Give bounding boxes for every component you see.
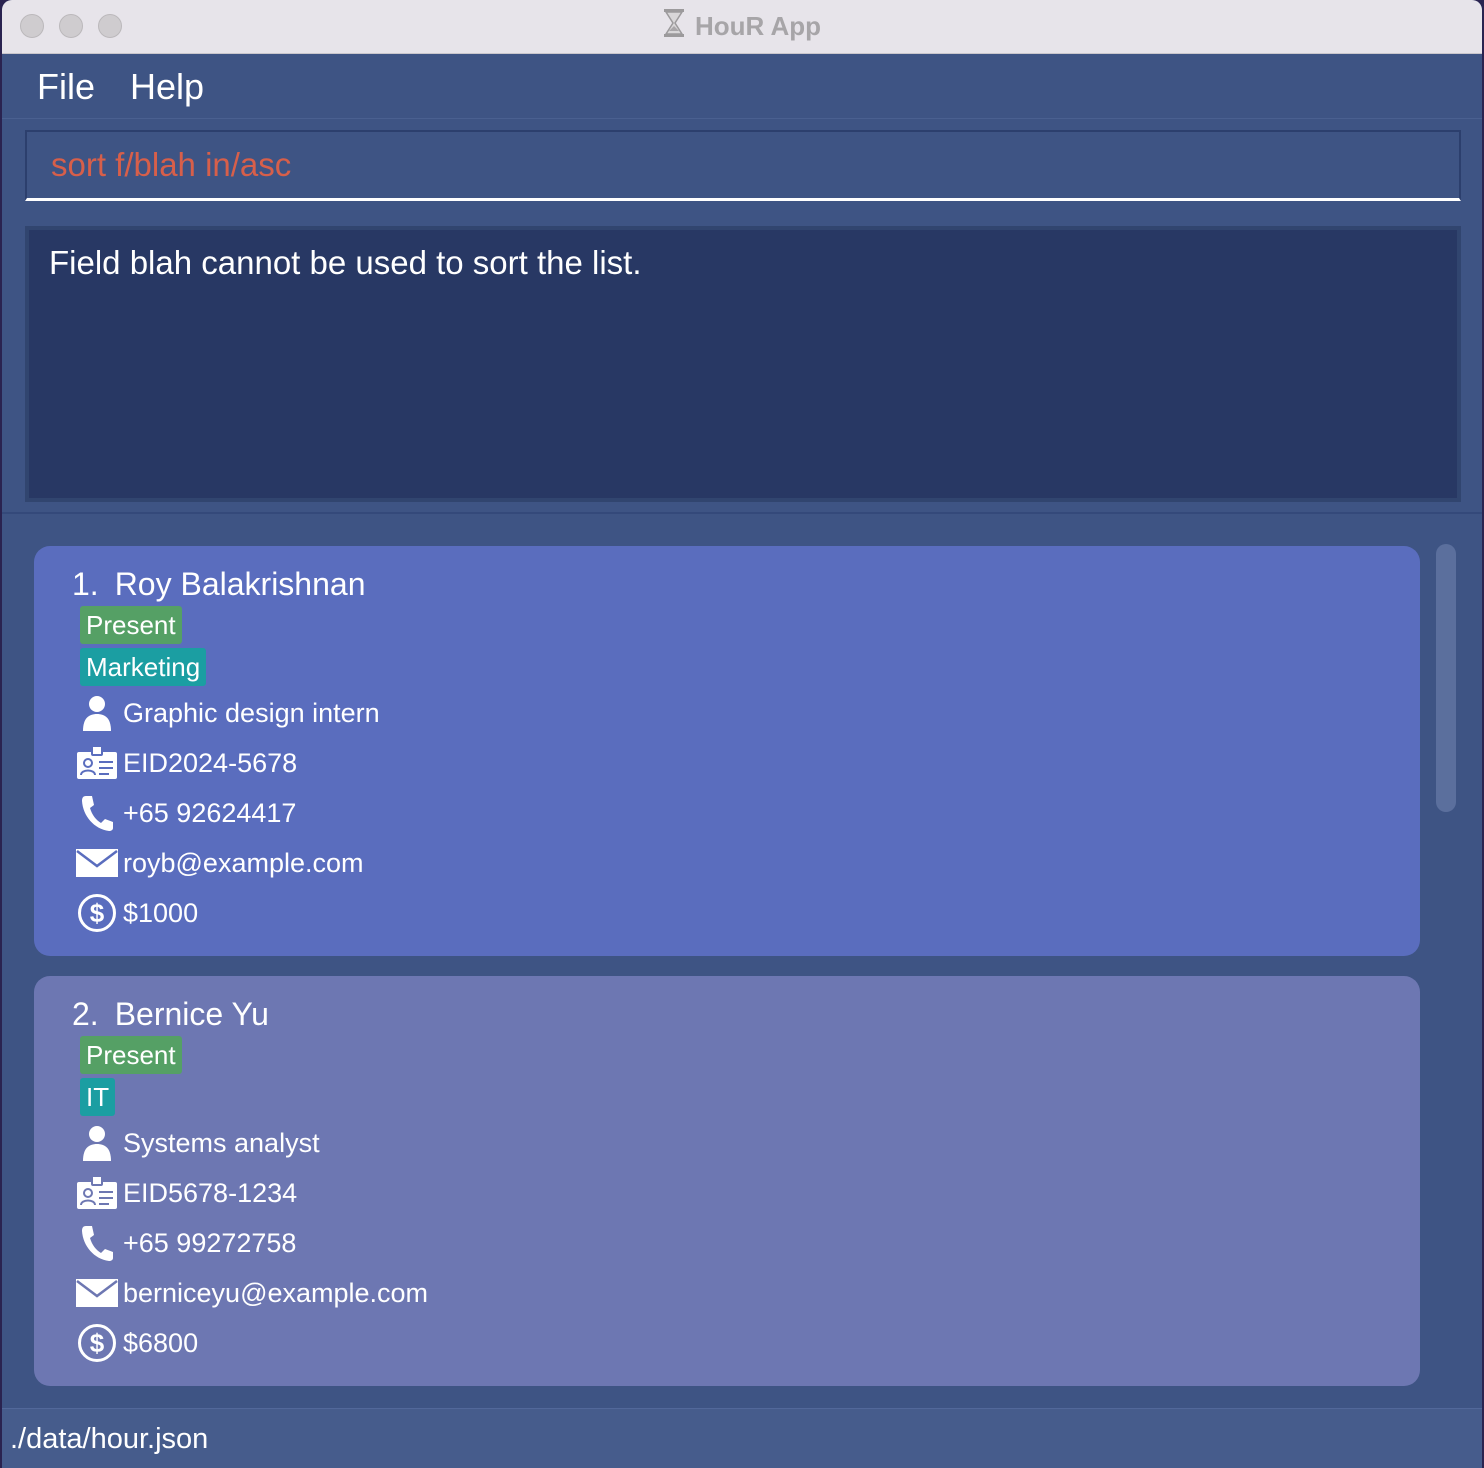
eid-text: EID5678-1234	[123, 1177, 298, 1208]
mail-icon	[76, 1272, 118, 1314]
employee-name: Roy Balakrishnan	[114, 566, 366, 602]
role-field: Systems analyst	[76, 1121, 320, 1165]
eid-text: EID2024-5678	[123, 747, 298, 778]
salary-text: $6800	[123, 1327, 199, 1358]
dollar-icon: $	[76, 892, 118, 934]
hourglass-icon	[663, 8, 685, 45]
eid-field: EID5678-1234	[76, 1171, 297, 1215]
status-bar: ./data/hour.json	[2, 1408, 1482, 1468]
person-icon	[76, 1122, 118, 1164]
result-message: Field blah cannot be used to sort the li…	[49, 244, 642, 281]
employee-index: 2.	[72, 996, 99, 1032]
menu-file[interactable]: File	[37, 66, 95, 108]
list-scrollbar[interactable]	[1436, 544, 1456, 812]
salary-field: $ $1000	[76, 891, 198, 935]
email-text: royb@example.com	[123, 847, 364, 878]
employee-name: Bernice Yu	[114, 996, 269, 1032]
menu-help[interactable]: Help	[130, 66, 204, 108]
person-icon	[76, 692, 118, 734]
phone-text: +65 92624417	[123, 797, 297, 828]
divider	[2, 512, 1482, 514]
eid-field: EID2024-5678	[76, 741, 297, 785]
svg-text:$: $	[90, 1328, 105, 1358]
command-input[interactable]	[51, 146, 1459, 184]
email-field: royb@example.com	[76, 841, 364, 885]
id-card-icon	[76, 742, 118, 784]
email-field: berniceyu@example.com	[76, 1271, 428, 1315]
window-title: HouR App	[694, 11, 822, 41]
result-display[interactable]: Field blah cannot be used to sort the li…	[25, 226, 1461, 502]
department-tag: IT	[80, 1078, 116, 1116]
salary-field: $ $6800	[76, 1321, 198, 1365]
phone-icon	[76, 792, 118, 834]
phone-text: +65 99272758	[123, 1227, 297, 1258]
employee-index: 1.	[72, 566, 99, 602]
data-file-path: ./data/hour.json	[10, 1423, 209, 1455]
app-window: HouR App File Help Field blah cannot be …	[2, 0, 1482, 1468]
role-text: Systems analyst	[123, 1127, 320, 1158]
role-field: Graphic design intern	[76, 691, 380, 735]
title-bar: HouR App	[2, 0, 1482, 54]
phone-field: +65 99272758	[76, 1221, 296, 1265]
id-card-icon	[76, 1172, 118, 1214]
phone-field: +65 92624417	[76, 791, 296, 835]
command-box	[25, 130, 1461, 201]
status-tag: Present	[80, 1036, 182, 1074]
role-text: Graphic design intern	[123, 697, 380, 728]
employee-card[interactable]: 2. Bernice Yu Present IT Systems analyst …	[34, 976, 1420, 1386]
email-text: berniceyu@example.com	[123, 1277, 429, 1308]
status-tag: Present	[80, 606, 182, 644]
dollar-icon: $	[76, 1322, 118, 1364]
employee-card[interactable]: 1. Roy Balakrishnan Present Marketing Gra…	[34, 546, 1420, 956]
phone-icon	[76, 1222, 118, 1264]
department-tag: Marketing	[80, 648, 207, 686]
salary-text: $1000	[123, 897, 199, 928]
svg-text:$: $	[90, 898, 105, 928]
menu-bar: File Help	[2, 54, 1482, 119]
mail-icon	[76, 842, 118, 884]
